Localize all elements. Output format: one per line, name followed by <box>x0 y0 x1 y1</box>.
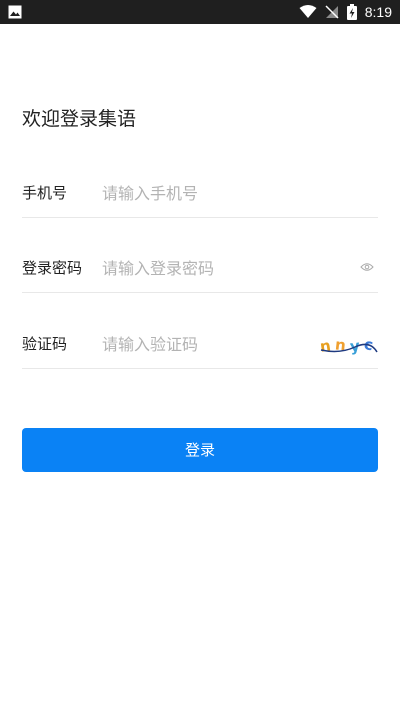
battery-charging-icon <box>346 4 357 20</box>
phone-input[interactable] <box>102 178 338 208</box>
status-time: 8:19 <box>364 4 392 20</box>
password-input[interactable] <box>102 253 338 283</box>
status-bar: 8:19 <box>0 0 400 24</box>
password-label: 登录密码 <box>22 259 83 277</box>
signal-off-icon <box>325 5 339 19</box>
login-button[interactable]: 登录 <box>22 428 378 472</box>
wifi-icon <box>299 5 317 18</box>
svg-text:n: n <box>320 336 332 355</box>
captcha-row: 验证码 n n y c <box>22 321 378 369</box>
phone-label: 手机号 <box>22 184 68 202</box>
phone-row: 手机号 <box>22 170 378 218</box>
image-icon <box>8 5 22 19</box>
page-title: 欢迎登录集语 <box>22 108 137 130</box>
captcha-image[interactable]: n n y c <box>320 334 378 356</box>
eye-icon[interactable] <box>360 262 374 272</box>
captcha-input[interactable] <box>102 329 338 359</box>
password-row: 登录密码 <box>22 245 378 293</box>
status-icons: 8:19 <box>299 3 392 21</box>
captcha-label: 验证码 <box>22 335 68 353</box>
